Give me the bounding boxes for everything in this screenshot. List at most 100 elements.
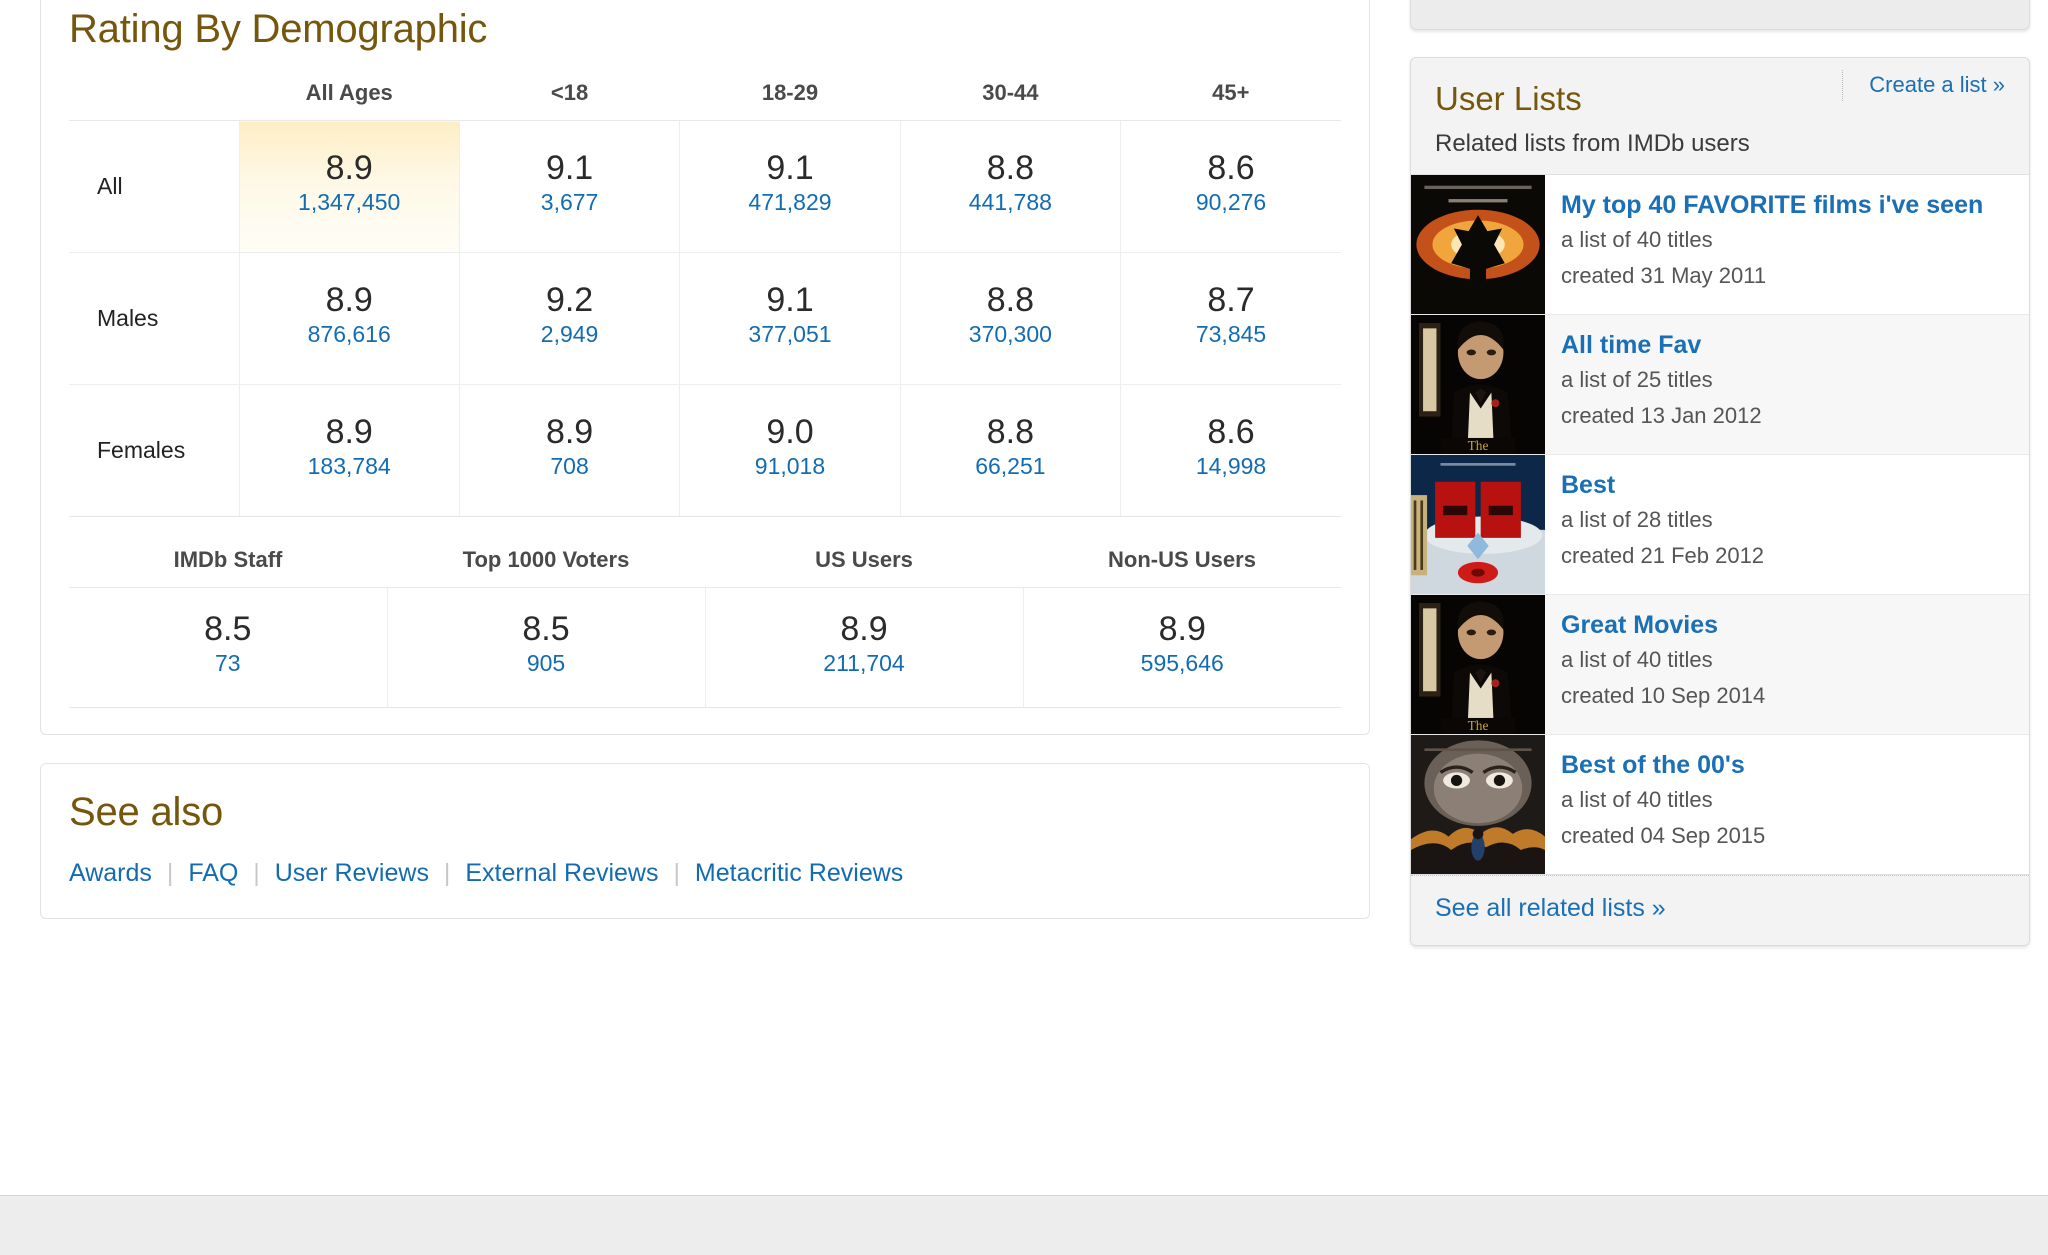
vote-count[interactable]: 14,998 <box>1121 453 1341 481</box>
list-item[interactable]: The All time Fav a list of 25 titles cre… <box>1411 315 2029 455</box>
vote-count[interactable]: 73,845 <box>1121 321 1341 349</box>
rating-cell-non-us-users[interactable]: 8.9 595,646 <box>1022 587 1342 708</box>
vote-count[interactable]: 3,677 <box>460 189 679 217</box>
list-item-meta: Great Movies a list of 40 titles created… <box>1545 595 2029 734</box>
list-item-meta: All time Fav a list of 25 titles created… <box>1545 315 2029 454</box>
list-item-created: created 10 Sep 2014 <box>1561 682 1766 708</box>
vote-count[interactable]: 91,018 <box>680 453 899 481</box>
see-also-link-faq[interactable]: FAQ <box>188 859 238 887</box>
vote-count[interactable]: 441,788 <box>901 189 1120 217</box>
rating-value: 8.7 <box>1207 280 1255 319</box>
vote-count[interactable]: 211,704 <box>706 650 1023 678</box>
vote-count[interactable]: 90,276 <box>1121 189 1341 217</box>
see-all-related-lists-link[interactable]: See all related lists » <box>1435 894 1666 922</box>
list-item-meta: Best a list of 28 titles created 21 Feb … <box>1545 455 2029 594</box>
vote-count[interactable]: 66,251 <box>901 453 1120 481</box>
rating-cell-females-18-29[interactable]: 9.0 91,018 <box>679 384 901 517</box>
row-label-all: All <box>69 120 239 253</box>
user-lists-header: User Lists Create a list » Related lists… <box>1411 58 2029 158</box>
user-lists-items: My top 40 FAVORITE films i've seen a lis… <box>1411 174 2029 875</box>
godfather-poster-icon: The <box>1411 315 1545 454</box>
list-item-created: created 04 Sep 2015 <box>1561 822 1766 848</box>
list-item[interactable]: Best of the 00's a list of 40 titles cre… <box>1411 735 2029 874</box>
rating-cell-top-1000-voters[interactable]: 8.5 905 <box>386 587 705 708</box>
rating-cell-females-45plus[interactable]: 8.6 14,998 <box>1120 384 1341 517</box>
column-header-18-29: 18-29 <box>679 80 901 121</box>
list-item-created: created 13 Jan 2012 <box>1561 402 1762 428</box>
link-separator: | <box>166 859 174 887</box>
rating-value: 8.5 <box>522 609 570 648</box>
list-item-count: a list of 40 titles <box>1561 787 1713 812</box>
rating-value: 9.2 <box>545 280 594 319</box>
vote-count[interactable]: 471,829 <box>680 189 899 217</box>
source-rating-table: IMDb Staff Top 1000 Voters US Users Non-… <box>69 547 1341 708</box>
see-also-link-awards[interactable]: Awards <box>69 859 152 887</box>
column-header-under-18: <18 <box>459 80 680 121</box>
see-also-link-user-reviews[interactable]: User Reviews <box>275 859 429 887</box>
sidebar-placeholder-card <box>1410 0 2030 30</box>
link-separator: | <box>253 859 260 887</box>
rating-value: 8.9 <box>325 412 373 451</box>
list-item-created: created 31 May 2011 <box>1561 262 1767 288</box>
dark-knight-poster-icon <box>1411 175 1545 314</box>
list-item[interactable]: The Great Movies a list of 40 titles cre… <box>1411 595 2029 735</box>
see-also-link-metacritic-reviews[interactable]: Metacritic Reviews <box>695 859 903 887</box>
rating-cell-us-users[interactable]: 8.9 211,704 <box>704 587 1023 708</box>
vote-count[interactable]: 708 <box>460 453 679 481</box>
row-label-males: Males <box>69 252 239 385</box>
rating-cell-all-30-44[interactable]: 8.8 441,788 <box>899 120 1121 253</box>
create-a-list-link[interactable]: Create a list » <box>1842 70 2005 101</box>
rating-cell-males-18-29[interactable]: 9.1 377,051 <box>679 252 901 385</box>
list-title-link[interactable]: Best <box>1561 471 2013 499</box>
vote-count[interactable]: 2,949 <box>460 321 679 349</box>
see-also-link-external-reviews[interactable]: External Reviews <box>465 859 658 887</box>
see-also-links: Awards | FAQ | User Reviews | External R… <box>69 859 1341 888</box>
vote-count[interactable]: 876,616 <box>240 321 459 349</box>
rating-cell-all-18-29[interactable]: 9.1 471,829 <box>679 120 901 253</box>
vote-count[interactable]: 370,300 <box>901 321 1120 349</box>
row-label-females: Females <box>69 384 239 517</box>
red-curtain-poster-icon <box>1411 455 1545 594</box>
vote-count[interactable]: 183,784 <box>240 453 459 481</box>
page-footer-bar <box>0 1195 2048 1255</box>
user-lists-subtitle: Related lists from IMDb users <box>1435 130 1750 157</box>
vote-count[interactable]: 73 <box>69 650 387 678</box>
rating-value: 8.8 <box>986 280 1034 319</box>
table-row: All 8.9 1,347,450 9.1 3,677 9.1 471,829 <box>69 120 1341 253</box>
rating-value: 8.9 <box>545 412 594 451</box>
rating-cell-all-under18[interactable]: 9.1 3,677 <box>458 120 680 253</box>
list-item-count: a list of 40 titles <box>1561 647 1713 672</box>
list-title-link[interactable]: All time Fav <box>1561 331 2013 359</box>
rating-cell-all-allages[interactable]: 8.9 1,347,450 <box>238 120 460 253</box>
rating-cell-females-30-44[interactable]: 8.8 66,251 <box>899 384 1121 517</box>
rating-value: 8.6 <box>1207 412 1255 451</box>
rating-cell-all-45plus[interactable]: 8.6 90,276 <box>1120 120 1341 253</box>
vote-count[interactable]: 377,051 <box>680 321 899 349</box>
rating-value: 8.9 <box>325 280 373 319</box>
column-header-45-plus: 45+ <box>1120 80 1341 121</box>
list-title-link[interactable]: My top 40 FAVORITE films i've seen <box>1561 191 2013 219</box>
list-item[interactable]: Best a list of 28 titles created 21 Feb … <box>1411 455 2029 595</box>
rating-cell-males-30-44[interactable]: 8.8 370,300 <box>899 252 1121 385</box>
list-title-link[interactable]: Best of the 00's <box>1561 751 2013 779</box>
list-item[interactable]: My top 40 FAVORITE films i've seen a lis… <box>1411 175 2029 315</box>
rating-cell-males-45plus[interactable]: 8.7 73,845 <box>1120 252 1341 385</box>
vote-count[interactable]: 595,646 <box>1024 650 1342 678</box>
rating-cell-females-allages[interactable]: 8.9 183,784 <box>238 384 460 517</box>
rating-cell-imdb-staff[interactable]: 8.5 73 <box>69 587 387 708</box>
column-header-top-1000-voters: Top 1000 Voters <box>387 547 705 588</box>
page-root: Rating By Demographic All Ages <18 18-29… <box>0 0 2048 1255</box>
rating-value: 8.9 <box>1158 609 1206 648</box>
list-item-count: a list of 25 titles <box>1561 367 1713 392</box>
vote-count[interactable]: 905 <box>388 650 705 678</box>
page-title: Rating By Demographic <box>69 7 488 51</box>
list-title-link[interactable]: Great Movies <box>1561 611 2013 639</box>
vote-count[interactable]: 1,347,450 <box>240 189 459 217</box>
rating-cell-males-under18[interactable]: 9.2 2,949 <box>458 252 680 385</box>
rating-value: 9.0 <box>766 412 814 451</box>
rating-cell-females-under18[interactable]: 8.9 708 <box>458 384 680 517</box>
rating-value: 9.1 <box>766 280 814 319</box>
column-header-non-us-users: Non-US Users <box>1023 547 1341 588</box>
rating-cell-males-allages[interactable]: 8.9 876,616 <box>238 252 460 385</box>
see-also-title: See also <box>69 790 224 834</box>
